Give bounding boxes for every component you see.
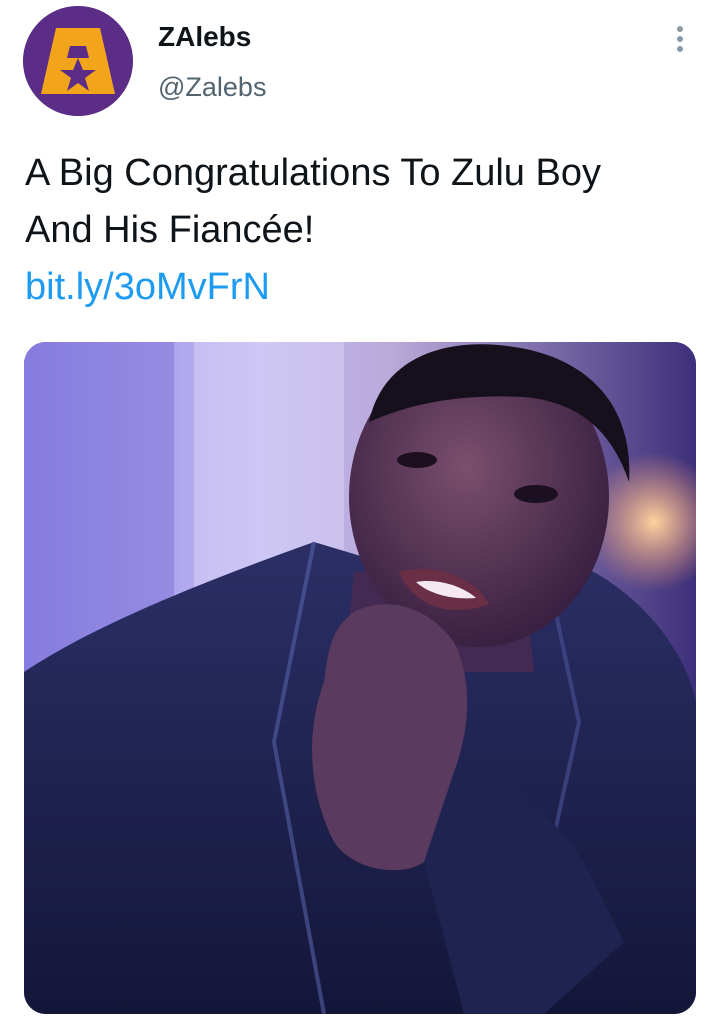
- tweet-text: A Big Congratulations To Zulu Boy And Hi…: [25, 145, 705, 316]
- tweet-link[interactable]: bit.ly/3oMvFrN: [25, 259, 705, 316]
- tweet-media-photo[interactable]: [24, 342, 696, 1014]
- more-dot: [677, 46, 683, 52]
- user-handle[interactable]: @Zalebs: [158, 70, 266, 104]
- more-options-button[interactable]: [664, 22, 696, 56]
- tweet-text-line: And His Fiancée!: [25, 209, 315, 251]
- display-name[interactable]: ZAlebs: [158, 20, 251, 54]
- photo-image: [24, 342, 696, 1014]
- tweet-header: ZAlebs @Zalebs: [0, 0, 720, 125]
- zalebs-logo-icon: [23, 6, 133, 116]
- more-vertical-icon: [677, 26, 683, 32]
- tweet-text-line: A Big Congratulations To Zulu Boy: [25, 152, 601, 194]
- avatar[interactable]: [23, 6, 133, 116]
- more-dot: [677, 36, 683, 42]
